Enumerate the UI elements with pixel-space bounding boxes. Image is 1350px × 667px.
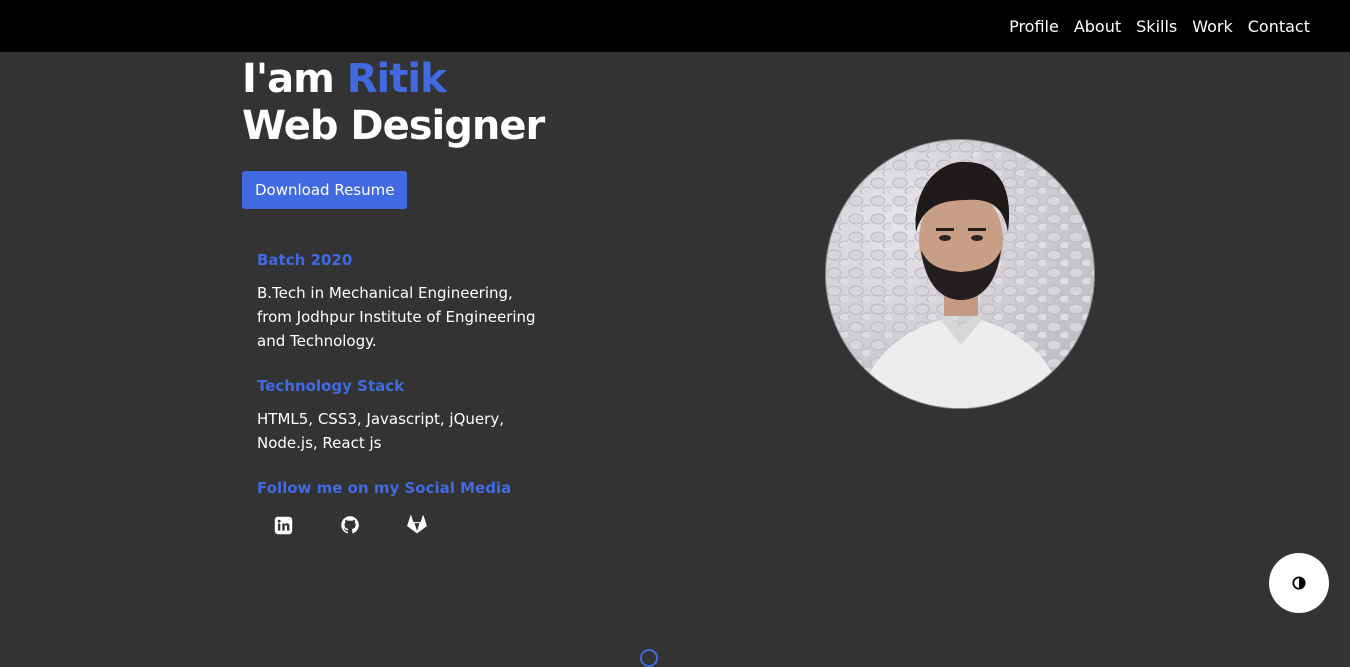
download-resume-button[interactable]: Download Resume bbox=[242, 171, 408, 209]
nav-work[interactable]: Work bbox=[1192, 17, 1233, 36]
profile-photo bbox=[825, 139, 1095, 409]
info-section: Batch 2020 B.Tech in Mechanical Engineer… bbox=[257, 249, 547, 535]
social-heading: Follow me on my Social Media bbox=[257, 479, 512, 497]
contrast-icon bbox=[1292, 576, 1306, 590]
batch-text: B.Tech in Mechanical Engineering, from J… bbox=[257, 284, 536, 350]
hero-role: Web Designer bbox=[242, 103, 545, 149]
hero-headline: I'am Ritik bbox=[242, 56, 544, 103]
batch-heading: Batch 2020 bbox=[257, 251, 353, 269]
scroll-indicator[interactable] bbox=[640, 649, 658, 667]
gitlab-icon[interactable] bbox=[407, 515, 427, 535]
linkedin-icon[interactable] bbox=[273, 515, 293, 535]
theme-toggle-button[interactable] bbox=[1269, 553, 1329, 613]
hero-greeting: I'am bbox=[242, 56, 347, 102]
navbar: Profile About Skills Work Contact bbox=[0, 0, 1350, 52]
nav-profile[interactable]: Profile bbox=[1009, 17, 1059, 36]
nav-skills[interactable]: Skills bbox=[1136, 17, 1177, 36]
hero-section: I'am Ritik Web Designer Download Resume bbox=[242, 56, 545, 209]
tech-stack-text: HTML5, CSS3, Javascript, jQuery, Node.js… bbox=[257, 410, 504, 452]
github-icon[interactable] bbox=[340, 515, 360, 535]
tech-stack-heading: Technology Stack bbox=[257, 377, 405, 395]
hero-name: Ritik bbox=[346, 56, 447, 102]
social-links bbox=[257, 515, 547, 535]
nav-about[interactable]: About bbox=[1074, 17, 1121, 36]
nav-contact[interactable]: Contact bbox=[1248, 17, 1310, 36]
